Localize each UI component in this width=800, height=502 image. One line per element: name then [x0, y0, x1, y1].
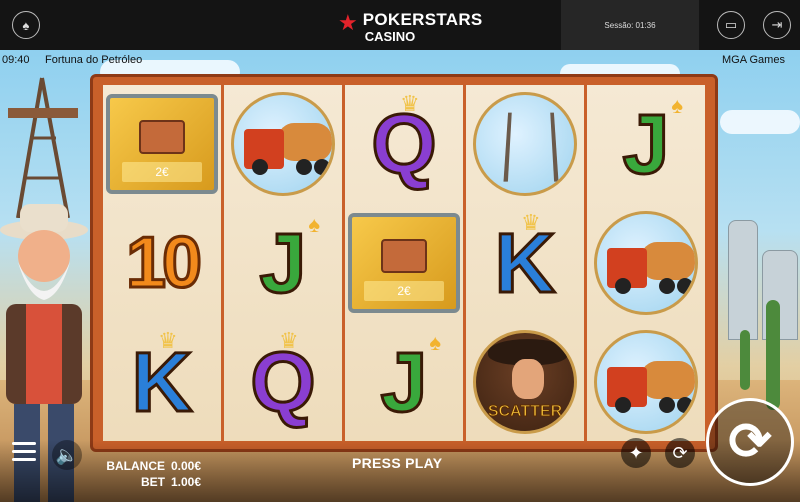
reel-cell: J ♠: [224, 204, 342, 323]
tanker-truck-symbol: [594, 211, 698, 315]
menu-icon[interactable]: [12, 442, 36, 462]
cashier-icon[interactable]: ▭: [717, 11, 745, 39]
reel-cell: [587, 204, 705, 323]
session-time: 01:36: [635, 20, 656, 30]
cactus: [766, 300, 780, 410]
session-timer: Sessão: 01:36: [561, 0, 699, 50]
scatter-label: SCATTER: [487, 402, 563, 420]
cash-briefcase-symbol: 2€: [106, 94, 218, 195]
balance-value: 0.00€: [171, 459, 202, 473]
reel-cell: [224, 85, 342, 204]
reel-4: K ♛ SCATTER: [466, 85, 584, 441]
spade-icon: ♠: [429, 330, 441, 356]
brand-sub: CASINO: [364, 29, 416, 44]
briefcase-icon: [381, 239, 427, 273]
bet-label: BET: [141, 475, 165, 489]
reel-cell: Q ♛: [224, 322, 342, 441]
tanker-truck-symbol: [231, 92, 335, 197]
reel-cell: 10: [103, 204, 221, 323]
crown-icon: ♛: [158, 328, 178, 354]
spade-icon: ♠: [308, 211, 320, 237]
reel-cell: J ♠: [345, 322, 463, 441]
reel-cell: 2€: [103, 85, 221, 204]
chip-icon[interactable]: ✦: [621, 438, 651, 468]
cash-value: 2€: [364, 281, 444, 301]
symbol-10: 10: [124, 222, 203, 305]
cash-briefcase-symbol: 2€: [348, 213, 460, 313]
bet-value: 1.00€: [171, 475, 202, 489]
brand-logo: ★ POKERSTARS CASINO: [338, 10, 483, 44]
reel-3: Q ♛ 2€ J ♠: [345, 85, 463, 441]
reel-frame: 2€ 10 K ♛ J ♠ Q ♛ Q ♛ 2€ J ♠ K ♛ SCATTER J ♠: [90, 74, 718, 452]
symbol-j: J: [621, 97, 671, 192]
brand-name: POKERSTARS: [362, 10, 483, 29]
symbol-j: J: [258, 216, 308, 310]
cactus: [740, 330, 750, 390]
reel-cell: Q ♛: [345, 85, 463, 204]
session-label: Sessão:: [604, 20, 634, 30]
autoplay-icon[interactable]: ⟳: [665, 438, 695, 468]
balance-label: BALANCE: [106, 459, 165, 473]
reel-cell: J ♠: [587, 85, 705, 204]
pumpjack-derrick: [8, 77, 78, 218]
balance-panel: BALANCE 0.00€ BET 1.00€: [99, 458, 201, 490]
cloud: [720, 110, 800, 134]
game-area: 09:40 Fortuna do Petróleo MGA Games 2€ 10…: [0, 50, 800, 502]
reel-cell: [466, 85, 584, 204]
reel-5: J ♠: [587, 85, 705, 441]
reel-cell: [587, 322, 705, 441]
game-title: Fortuna do Petróleo: [45, 54, 143, 66]
tanker-truck-symbol: [594, 329, 698, 434]
oil-rig-symbol: [473, 92, 577, 197]
spade-icon: ♠: [671, 93, 683, 118]
speaker-icon[interactable]: 🔈: [52, 440, 82, 470]
star-icon: ★: [338, 10, 358, 35]
spade-icon[interactable]: ♠: [12, 11, 40, 39]
reel-cell: 2€: [345, 204, 463, 323]
exit-icon[interactable]: ⇥: [763, 11, 791, 39]
crown-icon: ♛: [400, 91, 420, 116]
spin-button[interactable]: ⟳: [706, 398, 794, 486]
briefcase-icon: [139, 120, 185, 155]
cash-value: 2€: [122, 162, 202, 183]
crown-icon: ♛: [521, 209, 541, 235]
clock: 09:40: [2, 54, 30, 66]
provider-label: MGA Games: [722, 54, 785, 66]
reels: 2€ 10 K ♛ J ♠ Q ♛ Q ♛ 2€ J ♠ K ♛ SCATTER J ♠: [103, 85, 705, 441]
reel-1: 2€ 10 K ♛: [103, 85, 221, 441]
reel-cell: SCATTER: [466, 322, 584, 441]
press-play-text: PRESS PLAY: [352, 455, 443, 471]
scatter-symbol: SCATTER: [473, 329, 577, 434]
crown-icon: ♛: [279, 328, 299, 354]
top-bar: ♠ ★ POKERSTARS CASINO Sessão: 01:36 ▭ ⇥: [0, 0, 800, 50]
reel-cell: K ♛: [466, 204, 584, 323]
refinery-tank: [728, 220, 758, 340]
reel-2: J ♠ Q ♛: [224, 85, 342, 441]
reel-cell: K ♛: [103, 322, 221, 441]
spin-icon: ⟳: [728, 413, 772, 471]
symbol-j: J: [379, 334, 429, 429]
